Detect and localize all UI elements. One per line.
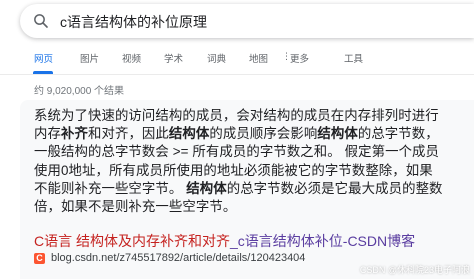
snippet-text: 的成员顺序会影响 <box>209 126 318 142</box>
snippet-text: 和对齐，因此 <box>87 126 169 142</box>
tab-academic[interactable]: 学术 <box>164 51 183 65</box>
tabs-divider <box>0 74 474 75</box>
snippet-highlight: 结构体 <box>168 126 210 142</box>
tab-dictionary[interactable]: 词典 <box>207 51 226 65</box>
csdn-favicon-icon: C <box>34 253 45 264</box>
result-title-link[interactable]: C语言 结构体及内存补齐和对齐_c语言结构体补位-CSDN博客 <box>34 231 415 251</box>
search-bar[interactable]: c语言结构体的补位原理 <box>20 4 474 38</box>
search-input[interactable]: c语言结构体的补位原理 <box>60 12 207 32</box>
tab-web[interactable]: 网页 <box>34 51 53 65</box>
result-title-highlight: 结构体及内存补齐和对齐 <box>76 233 230 249</box>
result-count: 约 9,020,000 个结果 <box>34 86 125 97</box>
tab-tools[interactable]: 工具 <box>344 51 363 65</box>
snippet-highlight: 补齐 <box>60 126 88 142</box>
search-icon[interactable] <box>32 12 50 30</box>
tab-videos[interactable]: 视频 <box>122 51 141 65</box>
tab-maps[interactable]: 地图 <box>249 51 268 65</box>
snippet-highlight: 结构体 <box>317 126 358 142</box>
search-tabs: 网页 图片 视频 学术 词典 地图 ⋮ 更多 工具 <box>0 48 474 76</box>
tab-more[interactable]: 更多 <box>290 51 309 65</box>
result-url[interactable]: blog.csdn.net/z745517892/article/details… <box>51 252 305 264</box>
snippet-highlight: 结构体 <box>186 180 227 196</box>
result-title-suffix: _c语言结构体补位-CSDN博客 <box>230 233 416 249</box>
result-title-prefix: C语言 <box>34 233 76 249</box>
watermark: CSDN @休科院23电子阿浪 <box>359 265 470 275</box>
featured-snippet-text: 系统为了快速的访问结构的成员，会对结构的成员在内存排列时进行内存补齐和对齐，因此… <box>34 107 446 216</box>
tab-images[interactable]: 图片 <box>80 51 99 65</box>
